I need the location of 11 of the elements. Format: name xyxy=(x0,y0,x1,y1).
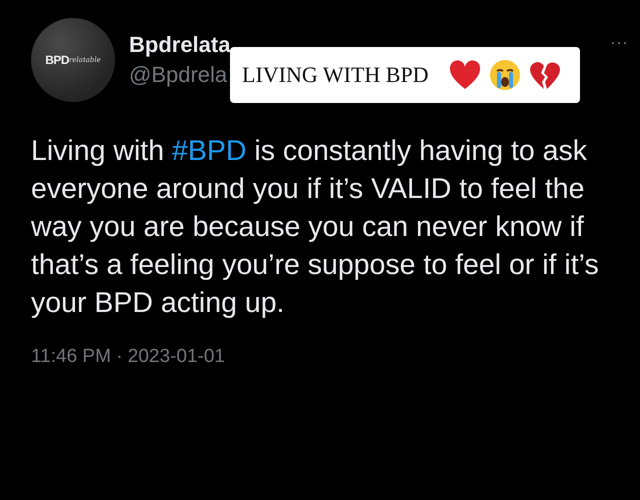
more-icon[interactable]: ··· xyxy=(610,32,628,53)
hashtag-link[interactable]: #BPD xyxy=(172,135,246,167)
display-name[interactable]: Bpdrelata xyxy=(129,32,230,58)
avatar-logo-text: BPD xyxy=(45,53,70,67)
tweet-text: Living with #BPD is constantly having to ask everyone around you if it’s VALID to feel the way you are because you can never know if that’s a feeling you’re suppose to feel or if it’s your BPD acting up. xyxy=(31,134,600,321)
crying-face-icon xyxy=(488,59,521,91)
heart-icon xyxy=(448,60,481,90)
timestamp: 11:46 PM · 2023-01-01 xyxy=(31,346,226,368)
user-handle[interactable]: @Bpdrela xyxy=(129,62,230,88)
caption-text: LIVING WITH BPD xyxy=(242,62,429,88)
broken-heart-icon xyxy=(528,60,561,90)
